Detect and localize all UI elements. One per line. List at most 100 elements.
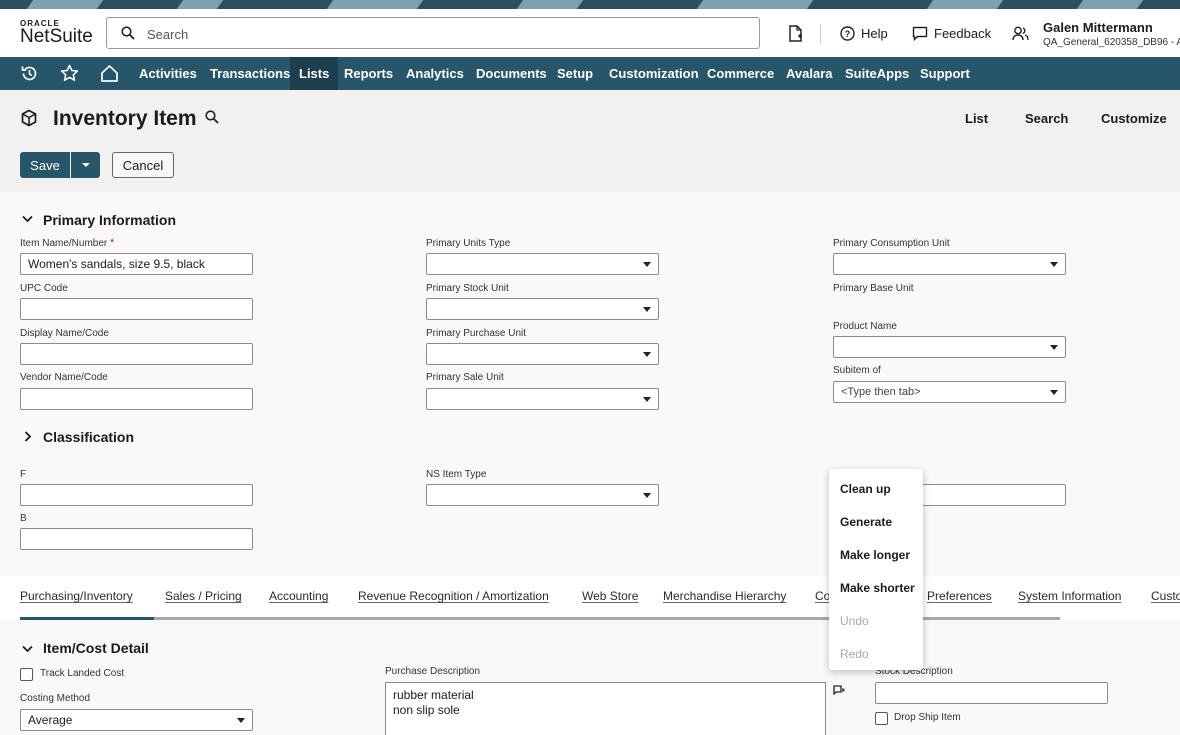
product-name-select[interactable] <box>833 336 1066 358</box>
cancel-button[interactable]: Cancel <box>112 152 174 178</box>
page-title: Inventory Item <box>53 107 197 130</box>
menu-item-generate[interactable]: Generate <box>840 515 892 529</box>
help-label: Help <box>861 26 888 41</box>
item-name-label: Item Name/Number * <box>20 237 114 249</box>
tab-preferences[interactable]: Preferences <box>927 589 992 603</box>
display-name-label: Display Name/Code <box>20 328 109 339</box>
recent-records-icon[interactable] <box>788 25 803 42</box>
subitem-of-label: Subitem of <box>833 365 881 376</box>
menu-item-clean-up[interactable]: Clean up <box>840 482 891 496</box>
customize-link[interactable]: Customize <box>1101 111 1167 126</box>
header-divider <box>820 24 821 44</box>
purchase-description-field[interactable]: rubber material non slip sole <box>385 682 826 735</box>
tab-system-information[interactable]: System Information <box>1018 589 1121 603</box>
ai-assist-icon[interactable] <box>833 685 845 695</box>
units-type-select[interactable] <box>426 253 659 275</box>
subtab-bar: Purchasing/Inventory Sales / Pricing Acc… <box>0 576 1180 620</box>
item-cost-detail-heading[interactable]: Item/Cost Detail <box>43 640 149 656</box>
feedback-icon <box>912 26 928 41</box>
tab-accounting[interactable]: Accounting <box>269 589 328 603</box>
menu-item-make-longer[interactable]: Make longer <box>840 548 910 562</box>
page-header: Inventory Item List Search Customize Sav… <box>0 90 1180 192</box>
tab-sales-pricing[interactable]: Sales / Pricing <box>165 589 242 603</box>
search-link[interactable]: Search <box>1025 111 1068 126</box>
chevron-down-icon[interactable] <box>22 645 33 653</box>
drop-ship-label: Drop Ship Item <box>894 712 961 723</box>
drop-ship-checkbox[interactable] <box>875 712 888 725</box>
purchase-unit-select[interactable] <box>426 343 659 365</box>
track-landed-cost-label: Track Landed Cost <box>40 668 125 679</box>
consumption-unit-label: Primary Consumption Unit <box>833 238 950 249</box>
track-landed-cost-checkbox[interactable] <box>20 668 33 681</box>
svg-text:?: ? <box>845 29 851 39</box>
tab-revenue-recognition[interactable]: Revenue Recognition / Amortization <box>358 589 549 603</box>
primary-information-heading[interactable]: Primary Information <box>43 212 176 228</box>
costing-method-label: Costing Method <box>20 693 91 704</box>
menu-item-make-shorter[interactable]: Make shorter <box>840 581 915 595</box>
save-button[interactable]: Save <box>20 152 70 178</box>
classification-heading[interactable]: Classification <box>43 429 134 445</box>
help-icon: ? <box>840 26 855 41</box>
ai-text-assist-menu: Clean up Generate Make longer Make short… <box>829 469 923 670</box>
user-name[interactable]: Galen Mittermann <box>1043 20 1153 35</box>
search-icon <box>121 26 135 40</box>
purchase-unit-label: Primary Purchase Unit <box>426 328 527 339</box>
menu-item-redo: Redo <box>840 647 869 661</box>
tab-merchandise-hierarchy[interactable]: Merchandise Hierarchy <box>663 589 786 603</box>
product-name-label: Product Name <box>833 321 897 332</box>
home-icon[interactable] <box>100 64 119 83</box>
item-name-field[interactable]: Women's sandals, size 9.5, black <box>20 253 253 275</box>
nav-documents[interactable]: Documents <box>476 57 547 90</box>
netsuite-logo[interactable]: ORACLE NetSuite <box>20 19 93 48</box>
nav-suiteapps[interactable]: SuiteApps <box>845 57 909 90</box>
stock-description-field[interactable] <box>875 682 1108 704</box>
nav-support[interactable]: Support <box>920 57 970 90</box>
purchase-description-label: Purchase Description <box>385 666 481 677</box>
nav-customization[interactable]: Customization <box>609 57 699 90</box>
tab-web-store[interactable]: Web Store <box>582 589 638 603</box>
display-name-field[interactable] <box>20 343 253 365</box>
b-field-label: B <box>20 513 27 524</box>
f-field-label: F <box>20 469 27 480</box>
nav-avalara[interactable]: Avalara <box>786 57 833 90</box>
favorites-star-icon[interactable] <box>60 64 79 83</box>
nav-lists[interactable]: Lists <box>290 57 339 90</box>
nav-reports[interactable]: Reports <box>344 57 393 90</box>
user-roles-icon[interactable] <box>1012 26 1029 41</box>
chevron-right-icon[interactable] <box>24 431 32 442</box>
search-input[interactable] <box>147 24 727 44</box>
consumption-unit-select[interactable] <box>833 253 1066 275</box>
main-navigation: Activities Transactions Lists Reports An… <box>0 57 1180 90</box>
search-records-icon[interactable] <box>205 110 219 124</box>
tab-purchasing-inventory[interactable]: Purchasing/Inventory <box>20 589 133 603</box>
upc-code-label: UPC Code <box>20 283 68 294</box>
vendor-name-field[interactable] <box>20 388 253 410</box>
nav-analytics[interactable]: Analytics <box>406 57 464 90</box>
top-decorative-stripe <box>0 0 1180 9</box>
sale-unit-select[interactable] <box>426 388 659 410</box>
save-options-dropdown[interactable] <box>71 152 100 178</box>
costing-method-select[interactable]: Average <box>20 709 253 731</box>
netsuite-wordmark: NetSuite <box>20 26 93 47</box>
recent-history-icon[interactable] <box>20 64 39 83</box>
sale-unit-label: Primary Sale Unit <box>426 372 504 383</box>
f-field[interactable] <box>20 484 253 506</box>
nav-transactions[interactable]: Transactions <box>210 57 290 90</box>
list-link[interactable]: List <box>965 111 988 126</box>
nav-commerce[interactable]: Commerce <box>707 57 774 90</box>
nav-activities[interactable]: Activities <box>139 57 197 90</box>
tab-custom[interactable]: Custo <box>1151 589 1180 603</box>
feedback-label: Feedback <box>934 26 992 41</box>
stock-unit-select[interactable] <box>426 298 659 320</box>
b-field[interactable] <box>20 528 253 550</box>
upc-code-field[interactable] <box>20 298 253 320</box>
subitem-of-select[interactable]: <Type then tab> <box>833 381 1066 403</box>
menu-item-undo: Undo <box>840 614 869 628</box>
stock-unit-label: Primary Stock Unit <box>426 283 509 294</box>
global-search-box[interactable] <box>106 17 760 49</box>
user-role[interactable]: QA_General_620358_DB96 - A <box>1043 37 1180 48</box>
ns-item-type-label: NS Item Type <box>426 469 487 480</box>
nav-setup[interactable]: Setup <box>557 57 593 90</box>
ns-item-type-select[interactable] <box>426 484 659 506</box>
chevron-down-icon[interactable] <box>22 215 33 223</box>
